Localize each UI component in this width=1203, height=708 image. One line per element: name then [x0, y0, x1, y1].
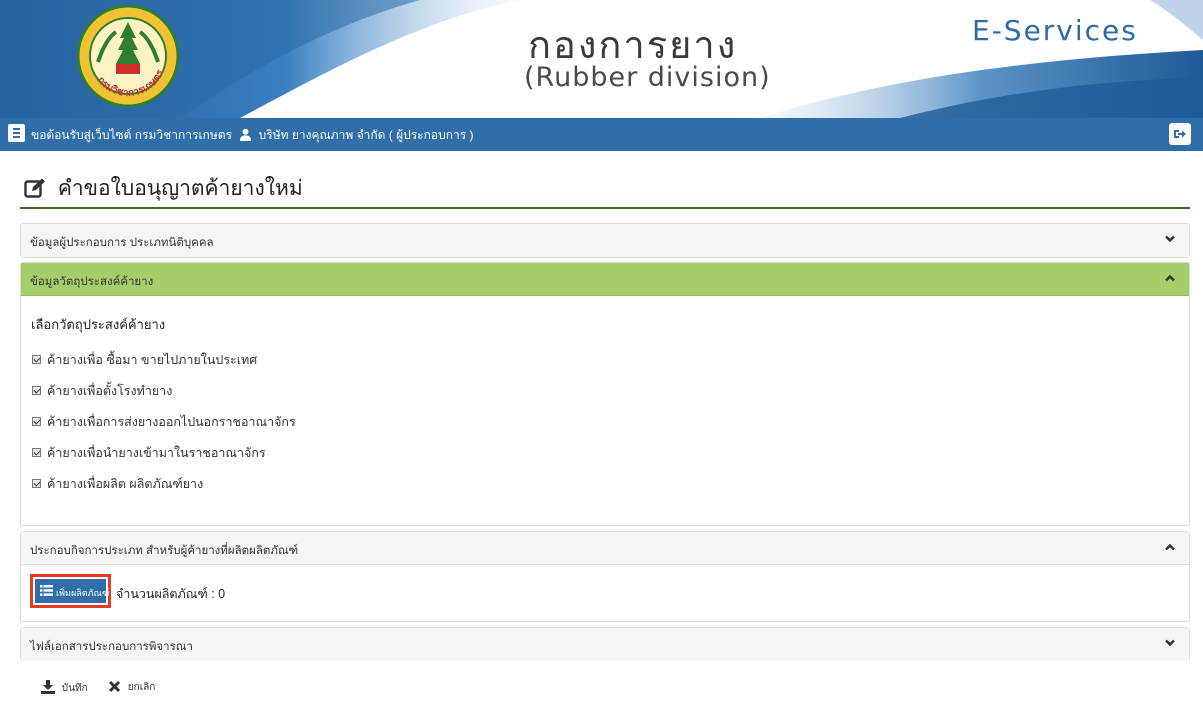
panel-title: ประกอบกิจการประเภท สำหรับผู้ค้ายางที่ผลิ… — [30, 545, 299, 557]
welcome-text: ขอต้อนรับสู่เว็บไซต์ กรมวิชาการเกษตร — [31, 128, 232, 142]
page-title-text: คำขอใบอนุญาตค้ายางใหม่ — [57, 177, 303, 200]
option-label: ค้ายางเพื่อนำยางเข้ามาในราชอาณาจักร — [47, 446, 266, 460]
logout-button[interactable] — [1169, 123, 1191, 145]
option-label: ค้ายางเพื่อ ซื้อมา ขายไปภายในประเทศ — [47, 353, 258, 367]
checkbox[interactable] — [32, 417, 41, 426]
header-banner: กรมวิชาการเกษตร กองการยาง (Rubber divisi… — [0, 0, 1203, 118]
page-title: คำขอใบอนุญาตค้ายางใหม่ — [24, 172, 303, 205]
list-icon — [40, 585, 53, 596]
save-label: บันทึก — [61, 683, 88, 694]
purpose-option[interactable]: ค้ายางเพื่อนำยางเข้ามาในราชอาณาจักร — [32, 443, 266, 463]
panel-operator-info-header[interactable]: ข้อมูลผู้ประกอบการ ประเภทนิติบุคคล — [21, 224, 1189, 257]
purpose-heading: เลือกวัตถุประสงค์ค้ายาง — [31, 317, 166, 332]
option-label: ค้ายางเพื่อตั้งโรงทำยาง — [47, 384, 173, 398]
close-icon — [108, 680, 121, 693]
cancel-label: ยกเลิก — [127, 682, 156, 693]
save-button[interactable]: บันทึก — [41, 680, 88, 700]
logout-icon — [1174, 130, 1186, 138]
panel-title: ไฟล์เอกสารประกอบการพิจารณา — [30, 641, 193, 653]
purpose-option[interactable]: ค้ายางเพื่อการส่งยางออกไปนอกราชอาณาจักร — [32, 412, 296, 432]
checkbox[interactable] — [32, 355, 41, 364]
cancel-button[interactable]: ยกเลิก — [108, 680, 155, 700]
panel-business-type-header[interactable]: ประกอบกิจการประเภท สำหรับผู้ค้ายางที่ผลิ… — [21, 532, 1189, 565]
panel-documents-header[interactable]: ไฟล์เอกสารประกอบการพิจารณา — [21, 628, 1189, 661]
checkbox[interactable] — [32, 386, 41, 395]
purpose-option[interactable]: ค้ายางเพื่อผลิต ผลิตภัณฑ์ยาง — [32, 474, 203, 494]
panel-purpose-header[interactable]: ข้อมูลวัตถุประสงค์ค้ายาง — [21, 263, 1189, 296]
chevron-up-icon[interactable] — [1165, 543, 1175, 551]
panel-documents: ไฟล์เอกสารประกอบการพิจารณา — [20, 627, 1190, 661]
download-icon — [41, 680, 55, 694]
chevron-up-icon[interactable] — [1165, 274, 1175, 282]
option-label: ค้ายางเพื่อผลิต ผลิตภัณฑ์ยาง — [47, 477, 204, 491]
chevron-down-icon[interactable] — [1165, 235, 1175, 243]
add-product-label: เพิ่มผลิตภัณฑ์ — [56, 588, 110, 598]
purpose-option[interactable]: ค้ายางเพื่อ ซื้อมา ขายไปภายในประเทศ — [32, 350, 257, 370]
title-divider — [20, 207, 1190, 209]
user-icon — [240, 128, 252, 141]
chevron-down-icon[interactable] — [1165, 639, 1175, 647]
menu-icon[interactable] — [8, 124, 25, 142]
panel-operator-info: ข้อมูลผู้ประกอบการ ประเภทนิติบุคคล — [20, 223, 1190, 258]
site-title-english: (Rubber division) — [524, 62, 771, 93]
panel-business-type: ประกอบกิจการประเภท สำหรับผู้ค้ายางที่ผลิ… — [20, 531, 1190, 622]
eservices-label: E-Services — [972, 14, 1138, 47]
option-label: ค้ายางเพื่อการส่งยางออกไปนอกราชอาณาจักร — [47, 415, 296, 429]
top-navbar: ขอต้อนรับสู่เว็บไซต์ กรมวิชาการเกษตร บริ… — [0, 118, 1203, 151]
product-count: จำนวนผลิตภัณฑ์ : 0 — [116, 587, 226, 601]
panel-title: ข้อมูลผู้ประกอบการ ประเภทนิติบุคคล — [30, 237, 214, 249]
navbar-welcome: ขอต้อนรับสู่เว็บไซต์ กรมวิชาการเกษตร บริ… — [31, 126, 473, 145]
department-seal-logo: กรมวิชาการเกษตร — [76, 4, 180, 108]
panel-title: ข้อมูลวัตถุประสงค์ค้ายาง — [30, 276, 154, 288]
add-product-button[interactable]: เพิ่มผลิตภัณฑ์ — [35, 579, 110, 603]
checkbox[interactable] — [32, 448, 41, 457]
purpose-option[interactable]: ค้ายางเพื่อตั้งโรงทำยาง — [32, 381, 172, 401]
checkbox[interactable] — [32, 479, 41, 488]
edit-icon — [24, 178, 45, 198]
user-name: บริษัท ยางคุณภาพ จำกัด ( ผู้ประกอบการ ) — [258, 128, 474, 142]
add-product-highlight: เพิ่มผลิตภัณฑ์ — [30, 574, 111, 608]
